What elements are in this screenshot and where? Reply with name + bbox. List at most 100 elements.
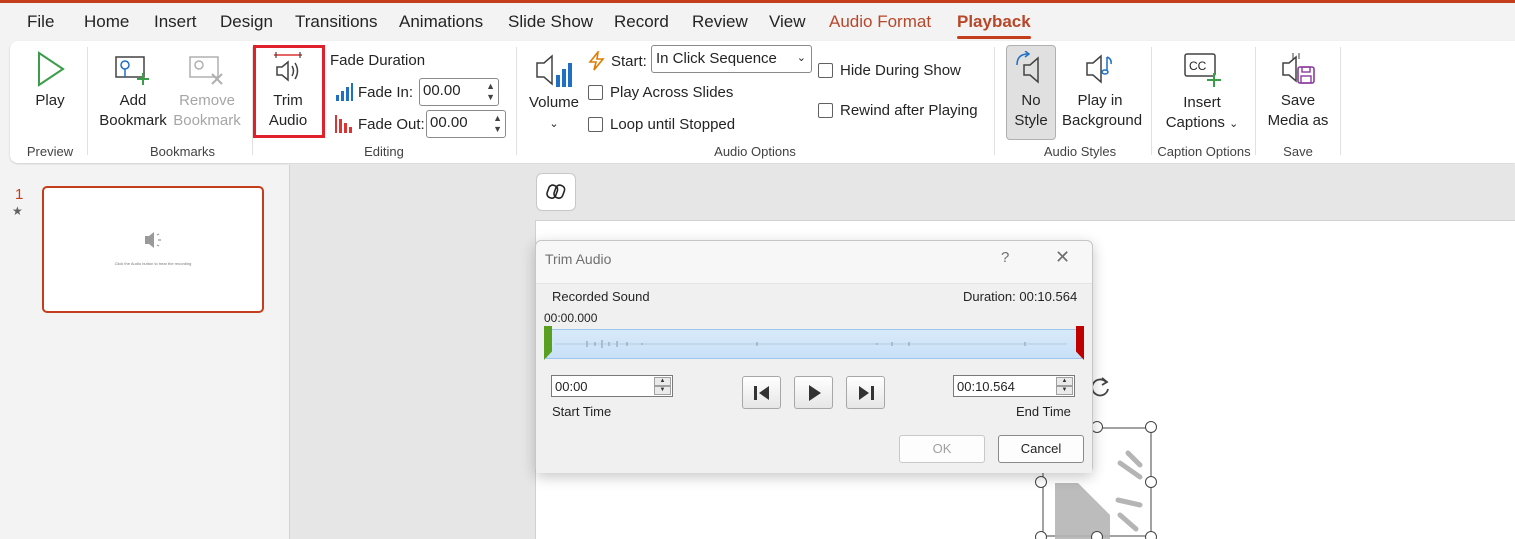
- add-bookmark-label-2: Bookmark: [99, 112, 167, 129]
- fade-duration-label: Fade Duration: [330, 52, 426, 69]
- resize-handle-left[interactable]: [1035, 476, 1047, 488]
- hide-label: Hide During Show: [840, 62, 961, 79]
- fade-in-up-icon[interactable]: ▲: [486, 81, 495, 91]
- start-time-label: Start Time: [552, 404, 612, 419]
- hide-during-show-checkbox[interactable]: Hide During Show: [818, 62, 961, 79]
- tab-animations[interactable]: Animations: [399, 12, 483, 32]
- play-in-background-button[interactable]: Play in Background: [1062, 51, 1142, 131]
- close-icon[interactable]: ✕: [1055, 247, 1070, 268]
- play-preview-icon: [808, 384, 821, 401]
- play-label: Play: [35, 92, 65, 109]
- tab-view[interactable]: View: [769, 12, 806, 32]
- loop-until-stopped-checkbox[interactable]: Loop until Stopped: [588, 116, 735, 133]
- add-bookmark-button[interactable]: Add Bookmark: [96, 55, 170, 131]
- group-label-editing: Editing: [364, 144, 404, 159]
- play-across-label: Play Across Slides: [610, 84, 734, 101]
- tab-insert[interactable]: Insert: [154, 12, 197, 32]
- dialog-title: Trim Audio: [545, 251, 612, 267]
- fade-out-down-icon[interactable]: ▼: [493, 124, 502, 134]
- volume-button[interactable]: Volume ⌄: [525, 51, 583, 134]
- resize-handle-right[interactable]: [1145, 476, 1157, 488]
- insert-captions-button[interactable]: CC Insert Captions ⌄: [1160, 51, 1244, 134]
- volume-chevron-icon: ⌄: [549, 118, 559, 130]
- volume-label: Volume: [528, 94, 580, 111]
- audio-timeline[interactable]: [546, 329, 1082, 359]
- play-in-background-icon: [1086, 54, 1112, 84]
- animation-star-icon: ★: [12, 204, 23, 218]
- tab-home[interactable]: Home: [84, 12, 129, 32]
- waveform: [555, 340, 1067, 348]
- duration-label: Duration: 00:10.564: [963, 289, 1078, 304]
- tab-file[interactable]: File: [27, 12, 54, 32]
- play-in-background-label-1: Play in: [1077, 92, 1123, 109]
- lightning-icon: [588, 51, 605, 71]
- group-label-preview: Preview: [26, 144, 74, 159]
- loop-check[interactable]: [588, 117, 603, 132]
- fade-out-icon: [335, 115, 352, 133]
- fade-in-value: 00.00: [423, 82, 461, 99]
- insert-captions-chevron-icon: ⌄: [1229, 118, 1239, 130]
- tab-record[interactable]: Record: [614, 12, 669, 32]
- end-time-label: End Time: [1016, 404, 1071, 419]
- save-media-icon: [1282, 53, 1315, 84]
- tab-playback[interactable]: Playback: [957, 12, 1031, 39]
- fade-out-up-icon[interactable]: ▲: [493, 113, 502, 123]
- resize-handle-top-right[interactable]: [1145, 421, 1157, 433]
- remove-bookmark-button[interactable]: Remove Bookmark: [170, 55, 244, 131]
- start-time-up-icon[interactable]: ▲: [654, 377, 671, 386]
- save-media-as-button[interactable]: Save Media as: [1262, 51, 1334, 131]
- start-chevron-down-icon: ⌄: [796, 52, 806, 64]
- start-select-value: In Click Sequence: [656, 50, 777, 67]
- remove-bookmark-icon: [189, 56, 223, 85]
- start-time-down-icon[interactable]: ▼: [654, 386, 671, 395]
- loop-label: Loop until Stopped: [610, 116, 736, 133]
- next-frame-button[interactable]: [846, 376, 885, 409]
- trim-audio-dialog: Trim Audio ? ✕ Recorded Sound Duration: …: [535, 240, 1093, 473]
- dialog-body: Recorded Sound Duration: 00:10.564 00:00…: [536, 283, 1092, 473]
- resize-handle-bottom[interactable]: [1091, 531, 1103, 539]
- copilot-icon: [546, 184, 566, 199]
- start-select[interactable]: In Click Sequence ⌄: [651, 45, 812, 73]
- tab-audio-format[interactable]: Audio Format: [829, 12, 931, 32]
- tab-transitions[interactable]: Transitions: [295, 12, 378, 32]
- fade-in-icon: [336, 83, 353, 101]
- rewind-check[interactable]: [818, 103, 833, 118]
- fade-out-row: Fade Out:: [335, 115, 425, 133]
- add-bookmark-icon: [115, 56, 149, 85]
- previous-frame-button[interactable]: [742, 376, 781, 409]
- end-time-input[interactable]: 00:10.564 ▲ ▼: [953, 375, 1075, 397]
- fade-in-down-icon[interactable]: ▼: [486, 92, 495, 102]
- rewind-after-playing-checkbox[interactable]: Rewind after Playing: [818, 102, 978, 119]
- play-across-check[interactable]: [588, 85, 603, 100]
- resize-handle-bottom-left[interactable]: [1035, 531, 1047, 539]
- play-button[interactable]: Play: [32, 51, 68, 111]
- insert-captions-label-2: Captions: [1165, 114, 1225, 131]
- tab-review[interactable]: Review: [692, 12, 748, 32]
- tab-design[interactable]: Design: [220, 12, 273, 32]
- resize-handle-bottom-right[interactable]: [1145, 531, 1157, 539]
- ribbon-tabs: File Home Insert Design Transitions Anim…: [0, 3, 1515, 41]
- play-icon: [38, 51, 65, 87]
- fade-in-input[interactable]: 00.00 ▲ ▼: [419, 78, 499, 106]
- group-label-save: Save: [1283, 144, 1313, 159]
- group-label-audio-options: Audio Options: [714, 144, 796, 159]
- help-button[interactable]: ?: [1001, 249, 1009, 266]
- ok-button[interactable]: OK: [899, 435, 985, 463]
- tab-slide-show[interactable]: Slide Show: [508, 12, 593, 32]
- cancel-button[interactable]: Cancel: [998, 435, 1084, 463]
- play-across-slides-checkbox[interactable]: Play Across Slides: [588, 84, 733, 101]
- start-time-input[interactable]: 00:00 ▲ ▼: [551, 375, 673, 397]
- slide-thumbnail[interactable]: Click the Audio button to hear the recor…: [42, 186, 264, 313]
- end-time-up-icon[interactable]: ▲: [1056, 377, 1073, 386]
- no-style-button[interactable]: No Style: [1006, 51, 1056, 131]
- insert-captions-label-1: Insert: [1183, 94, 1221, 111]
- remove-bookmark-label-1: Remove: [179, 92, 235, 109]
- copilot-button[interactable]: [536, 173, 576, 211]
- hide-check[interactable]: [818, 63, 833, 78]
- end-time-down-icon[interactable]: ▼: [1056, 386, 1073, 395]
- ribbon: Play Preview Add Bookmark Remove Bookmar…: [10, 41, 1515, 163]
- fade-out-label: Fade Out:: [358, 115, 425, 133]
- fade-out-input[interactable]: 00.00 ▲ ▼: [426, 110, 506, 138]
- next-frame-icon: [858, 385, 874, 400]
- play-preview-button[interactable]: [794, 376, 833, 409]
